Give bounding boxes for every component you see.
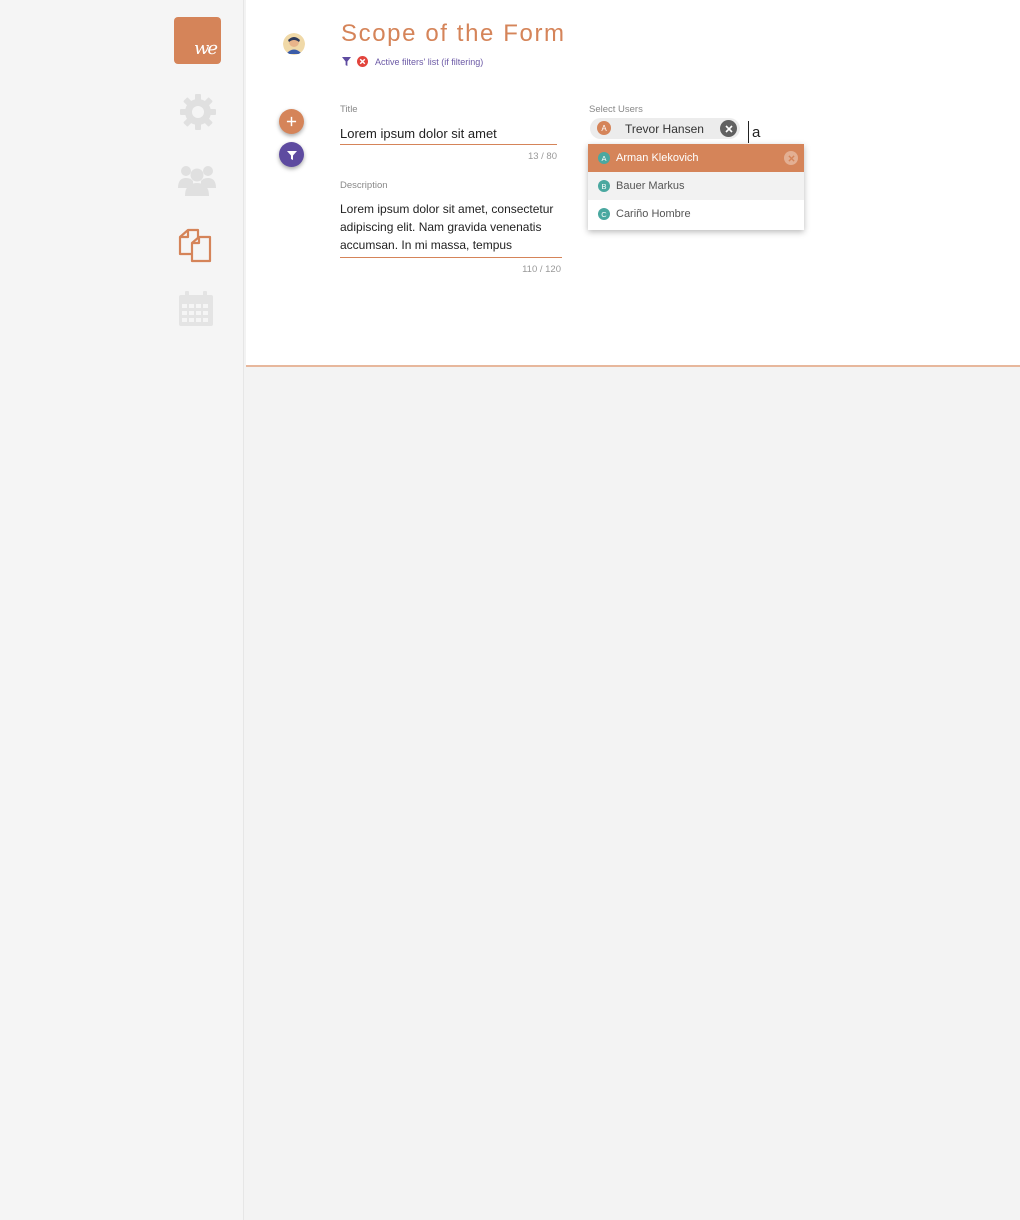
description-textarea[interactable]: Lorem ipsum dolor sit amet, consectetur …: [340, 200, 562, 258]
user-suggestions-dropdown: A Arman Klekovich B Bauer Markus C Cariñ…: [588, 144, 804, 230]
suggestion-item[interactable]: B Bauer Markus: [588, 172, 804, 200]
suggestion-name: Cariño Hombre: [616, 208, 691, 220]
calendar-icon[interactable]: [177, 290, 215, 328]
documents-icon[interactable]: [177, 227, 215, 265]
selected-user-chip: A Trevor Hansen: [590, 118, 740, 139]
title-counter: 13 / 80: [527, 151, 557, 162]
avatar[interactable]: [283, 33, 305, 55]
logo-text: we: [194, 38, 218, 59]
suggestion-name: Bauer Markus: [616, 180, 685, 192]
suggestion-badge: B: [598, 180, 610, 192]
suggestion-item[interactable]: A Arman Klekovich: [588, 144, 804, 172]
chip-avatar: A: [597, 121, 611, 135]
title-input[interactable]: [340, 123, 557, 145]
page-title: Scope of the Form: [341, 20, 566, 47]
add-button[interactable]: [279, 109, 304, 134]
gear-icon[interactable]: [178, 92, 218, 132]
clear-filters-icon[interactable]: [357, 56, 368, 67]
close-icon: [787, 154, 795, 162]
title-label: Title: [340, 104, 358, 115]
suggestion-item[interactable]: C Cariño Hombre: [588, 200, 804, 228]
suggestion-name: Arman Klekovich: [616, 152, 699, 164]
description-label: Description: [340, 180, 388, 191]
filter-button[interactable]: [279, 142, 304, 167]
active-filters-text: Active filters' list (if filtering): [375, 57, 484, 67]
chip-remove-button[interactable]: [720, 120, 737, 137]
filter-icon: [286, 150, 297, 160]
users-icon[interactable]: [177, 162, 217, 198]
app-logo[interactable]: we: [174, 17, 221, 64]
select-users-label: Select Users: [589, 104, 643, 115]
close-icon: [724, 124, 733, 133]
suggestion-badge: A: [598, 152, 610, 164]
user-search-input[interactable]: [748, 121, 808, 143]
filter-icon: [342, 57, 351, 66]
suggestion-badge: C: [598, 208, 610, 220]
chip-user-name: Trevor Hansen: [625, 122, 704, 136]
description-counter: 110 / 120: [522, 264, 561, 275]
suggestion-remove-button[interactable]: [784, 151, 798, 165]
plus-icon: [286, 116, 297, 127]
sidebar: we: [0, 0, 244, 1220]
